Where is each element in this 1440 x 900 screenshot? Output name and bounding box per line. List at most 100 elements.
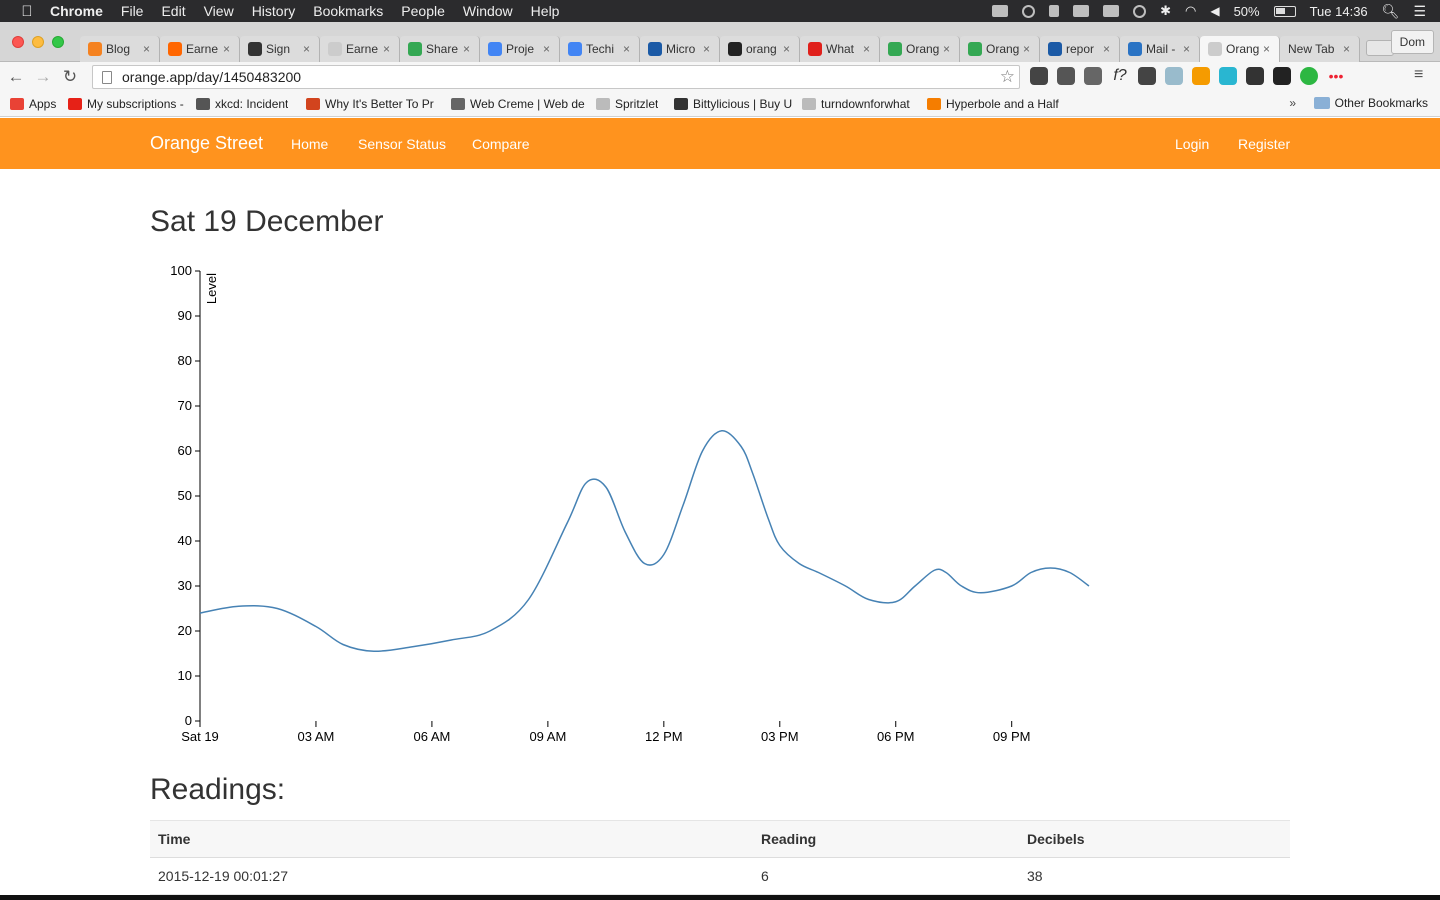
y-axis-label: Level	[204, 273, 219, 304]
tab-close-icon[interactable]: ×	[703, 42, 713, 56]
tab-close-icon[interactable]: ×	[943, 42, 953, 56]
tab-close-icon[interactable]: ×	[1343, 42, 1353, 56]
dropbox-icon[interactable]	[992, 5, 1009, 17]
bookmark-item[interactable]: Bittylicious | Buy UK	[674, 97, 792, 111]
drive-sync-icon[interactable]	[1073, 5, 1090, 17]
dots-extension-icon[interactable]: •••	[1327, 67, 1345, 85]
browser-tab[interactable]: repor ×	[1040, 36, 1120, 62]
nav-compare[interactable]: Compare	[472, 118, 530, 169]
browser-tab[interactable]: Sign ×	[240, 36, 320, 62]
browser-tab[interactable]: Blog ×	[80, 36, 160, 62]
browser-tab[interactable]: Micro ×	[640, 36, 720, 62]
docs-icon	[568, 42, 582, 56]
tab-close-icon[interactable]: ×	[863, 42, 873, 56]
new-badge-extension-icon[interactable]	[1192, 67, 1210, 85]
tab-close-icon[interactable]: ×	[463, 42, 473, 56]
do-not-disturb-icon[interactable]	[1022, 4, 1036, 18]
bookmark-item[interactable]: Apps	[10, 97, 58, 111]
bookmark-item[interactable]: turndownforwhat	[802, 97, 917, 111]
nav-register[interactable]: Register	[1238, 118, 1290, 169]
browser-tab[interactable]: Mail - ×	[1120, 36, 1200, 62]
tab-close-icon[interactable]: ×	[623, 42, 633, 56]
camera-extension-icon[interactable]	[1165, 67, 1183, 85]
menu-bookmarks[interactable]: Bookmarks	[313, 3, 383, 19]
browser-tab[interactable]: orang ×	[720, 36, 800, 62]
browser-tab[interactable]: Techi ×	[560, 36, 640, 62]
bookmark-item[interactable]: Hyperbole and a Half	[927, 97, 1062, 111]
other-bookmarks-folder[interactable]: Other Bookmarks	[1313, 96, 1428, 110]
browser-tab[interactable]: What ×	[800, 36, 880, 62]
menu-history[interactable]: History	[252, 3, 296, 19]
eyedropper-extension-icon[interactable]	[1030, 67, 1048, 85]
tab-close-icon[interactable]: ×	[783, 42, 793, 56]
bookmark-item[interactable]: xkcd: Incident	[196, 97, 296, 111]
window-minimize-button[interactable]	[32, 36, 44, 48]
timer-extension-icon[interactable]	[1138, 67, 1156, 85]
chrome-menu-icon[interactable]: ≡	[1414, 66, 1430, 84]
reload-icon[interactable]: ↻	[59, 66, 81, 88]
url-text[interactable]: orange.app/day/1450483200	[122, 69, 301, 85]
device-icon[interactable]	[1049, 5, 1060, 17]
brand-link[interactable]: Orange Street	[150, 118, 263, 169]
tab-close-icon[interactable]: ×	[1183, 42, 1193, 56]
nav-sensor-status[interactable]: Sensor Status	[358, 118, 446, 169]
menu-app-name[interactable]: Chrome	[50, 3, 103, 19]
ghost-extension-icon[interactable]	[1219, 67, 1237, 85]
page-icon	[1208, 42, 1222, 56]
notification-center-icon[interactable]: ☰	[1413, 3, 1426, 20]
bookmarks-overflow-chevron-icon[interactable]: »	[1289, 96, 1296, 110]
apple-logo-icon[interactable]: 	[18, 3, 36, 20]
forward-arrow-icon[interactable]: →	[32, 66, 54, 88]
green-circle-extension-icon[interactable]	[1300, 67, 1318, 85]
bookmark-item[interactable]: Why It's Better To Pr	[306, 97, 441, 111]
bookmark-item[interactable]: Web Creme | Web de	[451, 97, 586, 111]
menu-clock[interactable]: Tue 14:36	[1310, 4, 1368, 19]
time-machine-icon[interactable]	[1133, 4, 1147, 18]
tab-close-icon[interactable]: ×	[1103, 42, 1113, 56]
window-zoom-button[interactable]	[52, 36, 64, 48]
memory-icon[interactable]	[1103, 5, 1120, 17]
browser-tab[interactable]: Share ×	[400, 36, 480, 62]
menu-file[interactable]: File	[121, 3, 144, 19]
tab-close-icon[interactable]: ×	[223, 42, 233, 56]
menu-window[interactable]: Window	[463, 3, 513, 19]
browser-tab[interactable]: Earne ×	[320, 36, 400, 62]
pocket-extension-icon[interactable]	[1057, 67, 1075, 85]
menu-edit[interactable]: Edit	[161, 3, 185, 19]
menu-help[interactable]: Help	[531, 3, 560, 19]
tab-close-icon[interactable]: ×	[383, 42, 393, 56]
browser-tab[interactable]: Orang ×	[960, 36, 1040, 62]
battery-icon[interactable]	[1273, 5, 1296, 17]
tab-close-icon[interactable]: ×	[303, 42, 313, 56]
puzzle-extension-icon[interactable]	[1084, 67, 1102, 85]
spotlight-search-icon[interactable]: 🔍︎	[1382, 3, 1400, 20]
address-bar[interactable]: orange.app/day/1450483200 ☆	[92, 65, 1020, 89]
volume-icon[interactable]: ◀	[1210, 4, 1219, 18]
browser-tab[interactable]: Proje ×	[480, 36, 560, 62]
font-extension-icon[interactable]: f?	[1111, 67, 1129, 85]
browser-tab[interactable]: Earne ×	[160, 36, 240, 62]
tab-close-icon[interactable]: ×	[1263, 42, 1273, 56]
new-tab-button[interactable]	[1366, 40, 1394, 56]
browser-tab[interactable]: Orang ×	[880, 36, 960, 62]
bird-extension-icon[interactable]	[1273, 67, 1291, 85]
profile-button[interactable]: Dom	[1390, 30, 1434, 54]
battery-percent[interactable]: 50%	[1234, 4, 1260, 19]
browser-tab[interactable]: Orang ×	[1200, 36, 1280, 62]
tab-close-icon[interactable]: ×	[543, 42, 553, 56]
bookmark-item[interactable]: Spritzlet	[596, 97, 664, 111]
window-close-button[interactable]	[12, 36, 24, 48]
menu-people[interactable]: People	[401, 3, 445, 19]
nav-home[interactable]: Home	[291, 118, 328, 169]
nav-login[interactable]: Login	[1175, 118, 1209, 169]
bluetooth-icon[interactable]: ✱	[1160, 3, 1171, 19]
menu-view[interactable]: View	[204, 3, 234, 19]
bookmark-star-icon[interactable]: ☆	[1000, 67, 1015, 87]
tab-close-icon[interactable]: ×	[1023, 42, 1033, 56]
bookmark-item[interactable]: My subscriptions - Yo	[68, 97, 186, 111]
back-arrow-icon[interactable]: ←	[5, 66, 27, 88]
browser-tab[interactable]: New Tab ×	[1280, 36, 1360, 62]
jb-extension-icon[interactable]	[1246, 67, 1264, 85]
tab-close-icon[interactable]: ×	[143, 42, 153, 56]
wifi-icon[interactable]: ◠	[1185, 3, 1196, 19]
